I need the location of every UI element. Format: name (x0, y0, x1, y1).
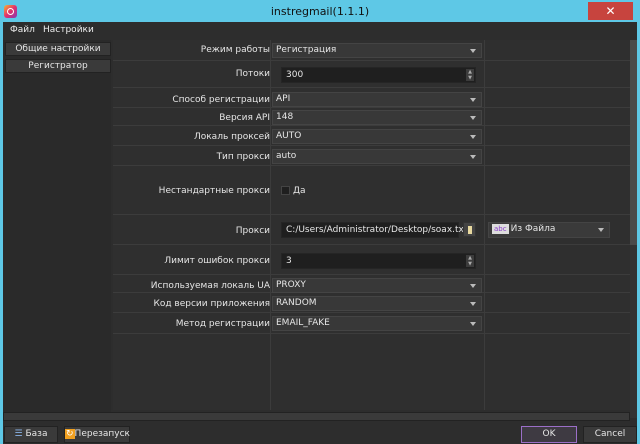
mode-label: Режим работы (200, 45, 270, 55)
vertical-scroll-thumb[interactable] (630, 40, 637, 245)
ua-locale-label: Используемая локаль UA (150, 281, 270, 291)
sidebar: Общие настройки Регистратор (3, 40, 111, 414)
mode-value: Регистрация (276, 45, 337, 55)
reg-method-label: Способ регистрации (172, 95, 270, 105)
proxy-locale-label: Локаль проксей (193, 132, 270, 142)
proxy-source-value: Из Файла (510, 224, 556, 234)
proxy-label: Прокси (235, 226, 270, 236)
reg-method-value: API (276, 94, 291, 104)
restart-icon: ↻ (65, 429, 75, 439)
horizontal-scrollbar[interactable] (3, 412, 630, 421)
ua-locale-select[interactable]: PROXY (272, 278, 482, 293)
chevron-down-icon (470, 98, 476, 102)
custom-proxy-label: Нестандартные прокси (158, 186, 270, 196)
proxy-locale-select[interactable]: AUTO (272, 129, 482, 144)
chevron-down-icon (470, 302, 476, 306)
database-icon: ☰ (14, 429, 23, 439)
error-limit-value: 3 (286, 256, 292, 266)
error-limit-input[interactable]: 3 ▲ ▼ (281, 253, 476, 269)
nav-general-settings[interactable]: Общие настройки (5, 42, 111, 56)
proxy-type-value: auto (276, 151, 297, 161)
mode-select[interactable]: Регистрация (272, 43, 482, 58)
database-label: База (25, 429, 48, 439)
chevron-down-icon (470, 284, 476, 288)
chevron-down-icon (470, 49, 476, 53)
nav-registrator[interactable]: Регистратор (5, 59, 111, 73)
app-version-label: Код версии приложения (153, 299, 270, 309)
ua-locale-value: PROXY (276, 280, 306, 290)
window-title: instregmail(1.1.1) (270, 5, 370, 18)
spinner-arrows-icon[interactable]: ▲ ▼ (466, 69, 474, 81)
spinner-arrows-icon[interactable]: ▲ ▼ (466, 255, 474, 267)
chevron-down-icon (470, 155, 476, 159)
menu-settings[interactable]: Настройки (43, 25, 94, 35)
proxy-type-label: Тип прокси (216, 152, 270, 162)
restart-label: Перезапуск (74, 429, 130, 439)
app-version-select[interactable]: RANDOM (272, 296, 482, 311)
ok-button[interactable]: OK (521, 426, 577, 443)
restart-button[interactable]: ↻Перезапуск (64, 426, 130, 443)
menu-bar: Файл Настройки (3, 22, 637, 38)
chevron-down-icon (470, 135, 476, 139)
api-version-value: 148 (276, 112, 294, 122)
threads-label: Потоки (235, 69, 270, 79)
chevron-down-icon (598, 228, 604, 232)
error-limit-label: Лимит ошибок прокси (164, 256, 270, 266)
database-button[interactable]: ☰ База (4, 426, 58, 443)
menu-file[interactable]: Файл (10, 25, 35, 35)
proxy-source-select[interactable]: abc Из Файла (488, 222, 610, 238)
chevron-down-icon (470, 116, 476, 120)
proxy-type-select[interactable]: auto (272, 149, 482, 164)
custom-proxy-checkbox-label: Да (293, 186, 306, 196)
registration-label: Метод регистрации (175, 319, 270, 329)
registration-select[interactable]: EMAIL_FAKE (272, 316, 482, 331)
close-button[interactable]: ✕ (588, 2, 633, 20)
api-version-label: Версия API (219, 113, 270, 123)
reg-method-select[interactable]: API (272, 92, 482, 107)
custom-proxy-checkbox[interactable] (281, 186, 290, 195)
threads-value: 300 (286, 70, 304, 80)
abc-icon: abc (492, 224, 509, 234)
api-version-select[interactable]: 148 (272, 110, 482, 125)
app-version-value: RANDOM (276, 298, 317, 308)
registration-value: EMAIL_FAKE (276, 318, 330, 328)
proxy-path-input[interactable]: C:/Users/Administrator/Desktop/soax.txt (281, 222, 467, 238)
chevron-down-icon (470, 322, 476, 326)
cancel-button[interactable]: Cancel (583, 426, 637, 443)
book-icon[interactable] (463, 222, 476, 237)
proxy-locale-value: AUTO (276, 131, 302, 141)
threads-input[interactable]: 300 ▲ ▼ (281, 67, 476, 83)
